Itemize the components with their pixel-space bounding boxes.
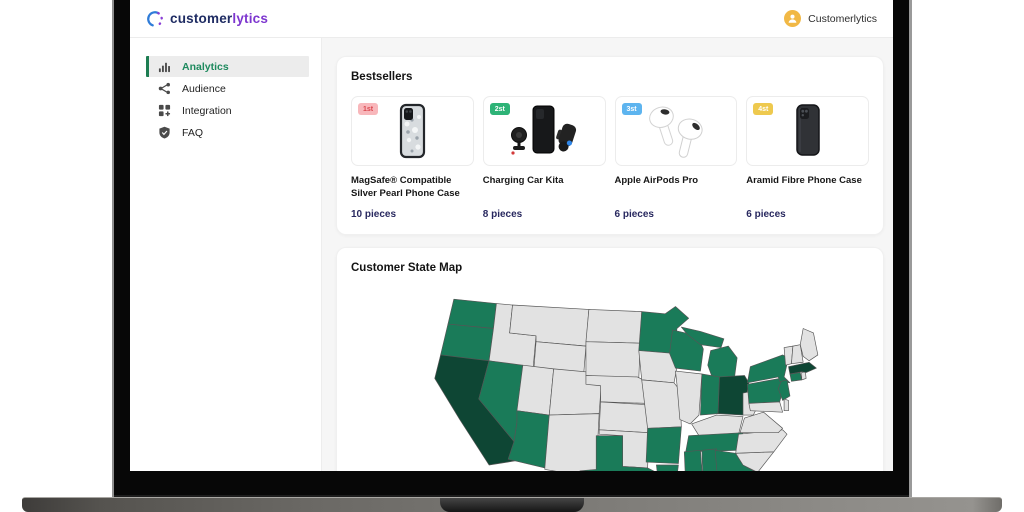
state-AR[interactable]: [645, 426, 682, 464]
product-card[interactable]: 2st Charging Car Kita 8 pieces: [482, 96, 606, 220]
product-name: Charging Car Kita: [482, 175, 564, 186]
state-KY[interactable]: [691, 414, 744, 436]
state-ND[interactable]: [585, 309, 643, 344]
app-header: customerlytics Customerlytics: [130, 0, 893, 38]
us-choropleth-map: [434, 298, 819, 471]
sidebar-item-audience[interactable]: Audience: [146, 78, 309, 99]
us-map-container: [351, 283, 869, 471]
main-content: Bestsellers 1st MagSafe® Compatible Silv…: [322, 38, 893, 471]
sidebar: Analytics Audience Integration FAQ: [130, 38, 322, 471]
sidebar-item-label: Integration: [182, 104, 232, 117]
product-name: Apple AirPods Pro: [614, 175, 699, 186]
state-MD[interactable]: [748, 401, 783, 413]
state-RI[interactable]: [801, 371, 807, 381]
shield-check-icon: [159, 126, 170, 139]
state-IL[interactable]: [675, 370, 703, 425]
app-window: customerlytics Customerlytics Analytics: [130, 0, 893, 471]
product-image-box: 3st: [614, 96, 738, 166]
sidebar-item-integration[interactable]: Integration: [146, 100, 309, 121]
product-image-box: 2st: [482, 96, 606, 166]
state-MS[interactable]: [683, 449, 703, 471]
sidebar-item-label: Analytics: [182, 60, 229, 73]
rank-badge: 2st: [489, 103, 510, 115]
product-image-box: 4st: [746, 96, 869, 166]
state-NM[interactable]: [544, 413, 600, 471]
product-card[interactable]: 1st MagSafe® Compatible Silver Pearl Pho…: [351, 96, 474, 220]
bar-chart-icon: [158, 62, 170, 73]
state-map-title: Customer State Map: [351, 262, 463, 274]
product-image-box: 1st: [351, 96, 474, 166]
state-NY[interactable]: [747, 354, 791, 384]
state-MO[interactable]: [641, 379, 682, 429]
bestsellers-card: Bestsellers 1st MagSafe® Compatible Silv…: [336, 56, 884, 235]
sidebar-item-analytics[interactable]: Analytics: [146, 56, 309, 77]
state-ME[interactable]: [799, 328, 819, 362]
account-chip[interactable]: Customerlytics: [784, 10, 877, 27]
account-name: Customerlytics: [808, 12, 877, 25]
brand-logo[interactable]: customerlytics: [146, 10, 268, 28]
sidebar-item-faq[interactable]: FAQ: [146, 122, 309, 143]
product-grid: 1st MagSafe® Compatible Silver Pearl Pho…: [351, 96, 869, 220]
state-UT[interactable]: [516, 364, 554, 416]
brand-swirl-icon: [147, 10, 163, 27]
product-quantity: 6 pieces: [614, 209, 654, 220]
state-NC[interactable]: [735, 429, 788, 454]
state-map-card: Customer State Map: [336, 247, 884, 471]
state-KS[interactable]: [598, 401, 650, 434]
rank-badge: 3st: [621, 103, 642, 115]
person-icon: [788, 14, 797, 23]
avatar: [784, 10, 802, 27]
grid-plus-icon: [158, 104, 171, 117]
product-name: MagSafe® Compatible Silver Pearl Phone C…: [351, 175, 460, 199]
product-card[interactable]: 3st Apple AirPods Pro 6 pieces: [614, 96, 738, 220]
state-MA[interactable]: [788, 361, 817, 375]
state-SD[interactable]: [585, 341, 641, 379]
sidebar-item-label: Audience: [182, 82, 226, 95]
airpods-pro-image: [649, 106, 703, 158]
rank-badge: 1st: [358, 103, 379, 115]
aramid-fibre-phone-case-image: [795, 104, 820, 156]
brand-name: customerlytics: [170, 11, 269, 26]
state-WA[interactable]: [447, 298, 497, 329]
product-card[interactable]: 4st Aramid Fibre Phone Case 6 pieces: [746, 96, 869, 220]
product-quantity: 10 pieces: [351, 209, 397, 220]
bestsellers-title: Bestsellers: [351, 71, 413, 83]
state-DE[interactable]: [783, 398, 789, 412]
network-icon: [158, 82, 170, 95]
charging-car-kit-image: [511, 105, 577, 155]
silver-pearl-phone-case-image: [400, 103, 426, 159]
state-PA[interactable]: [747, 378, 785, 404]
rank-badge: 4st: [753, 103, 774, 115]
sidebar-item-label: FAQ: [182, 126, 204, 139]
laptop-hinge-notch: [440, 498, 584, 512]
product-quantity: 6 pieces: [746, 209, 786, 220]
product-name: Aramid Fibre Phone Case: [746, 175, 862, 186]
product-quantity: 8 pieces: [482, 209, 523, 220]
state-IN[interactable]: [700, 373, 720, 416]
state-OR[interactable]: [440, 323, 494, 362]
